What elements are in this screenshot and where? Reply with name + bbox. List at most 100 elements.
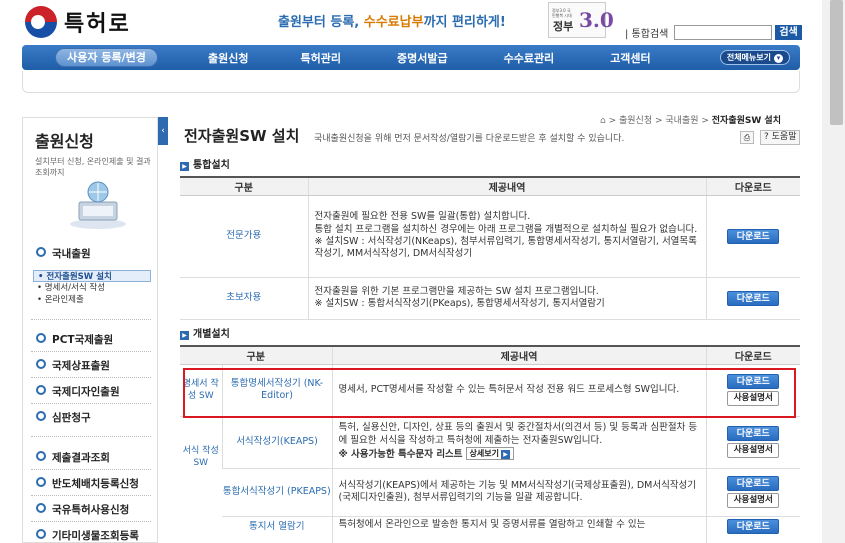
sidebar-item-submit-result[interactable]: 제출결과조회 (36, 450, 110, 465)
sidebar-item-semiconductor[interactable]: 반도체배치등록신청 (36, 476, 139, 491)
row-download-cell: 다운로드 (705, 516, 800, 543)
row-desc: 전자출원을 위한 기본 프로그램만을 제공하는 SW 설치 프로그램입니다. ※… (307, 277, 706, 320)
row-desc: 특허청에서 온라인으로 발송한 통지서 및 증명서류를 열람하고 인쇄할 수 있… (331, 516, 706, 543)
chevron-right-icon: ▶ (501, 450, 510, 460)
gov3-banner[interactable]: 정부3.0 국민행복 시대 정부 3.0 (548, 2, 614, 38)
sub-nav-bar (22, 71, 800, 93)
detail-button[interactable]: 상세보기 ▶ (465, 447, 514, 461)
row-kind[interactable]: 초보자용 (180, 277, 308, 320)
search-label: | 통합검색 (625, 29, 669, 40)
table-header: 다운로드 (705, 176, 800, 196)
nav-user-register[interactable]: 사용자 등록/변경 (55, 48, 158, 67)
breadcrumb-item[interactable]: 국내출원 (665, 116, 698, 126)
page-title: 전자출원SW 설치 (184, 127, 300, 145)
table-row: 명세서 작성 SW 통합명세서작성기 (NK-Editor) 명세서, PCT명… (180, 364, 800, 417)
search-input[interactable] (674, 25, 773, 40)
download-button[interactable]: 다운로드 (727, 374, 780, 389)
help-button[interactable]: ? 도움말 (760, 130, 801, 145)
sidebar-sub-sw-install[interactable]: • 전자출원SW 설치 (33, 270, 151, 282)
breadcrumb: ⌂ > 출원신청 > 국내출원 > 전자출원SW 설치 (600, 116, 781, 126)
nav-patent-mgmt[interactable]: 특허관리 (300, 50, 340, 66)
sidebar-divider (31, 319, 151, 320)
table-row: 통합서식작성기 (PKEAPS) 서식작성기(KEAPS)에서 제공하는 기능 … (180, 468, 800, 517)
individual-install-table: 구분 제공내역 다운로드 명세서 작성 SW 통합명세서작성기 (NK-Edit… (180, 345, 800, 543)
page-description: 국내출원신청을 위해 먼저 문서작성/열람기를 다운로드받은 후 설치할 수 있… (314, 134, 625, 144)
section-title-integrated: 통합설치 (180, 156, 230, 171)
sidebar-submenu-domestic: • 전자출원SW 설치 • 명세서/서식 작성 • 온라인제출 (33, 270, 151, 306)
manual-button[interactable]: 사용설명서 (727, 443, 780, 458)
integrated-install-table: 구분 제공내역 다운로드 전문가용 전자출원에 필요한 전용 SW를 일괄(통합… (180, 176, 800, 320)
sidebar-divider (31, 436, 151, 437)
row-kind[interactable]: 전문가용 (180, 195, 308, 278)
download-button[interactable]: 다운로드 (727, 476, 780, 491)
download-button[interactable]: 다운로드 (727, 228, 780, 244)
sidebar-desc: 설치부터 신청, 온라인제출 및 결과조회까지 (35, 157, 151, 177)
row-download-cell: 다운로드 사용설명서 (705, 364, 800, 417)
nav-customer-center[interactable]: 고객센터 (610, 50, 650, 66)
sidebar-divider (31, 377, 151, 378)
row-download-cell: 다운로드 (705, 277, 800, 320)
sidebar-item-pct[interactable]: PCT국제출원 (36, 332, 113, 347)
table-header: 다운로드 (705, 345, 800, 365)
table-header-row: 구분 제공내역 다운로드 (180, 345, 800, 365)
row-desc: 명세서, PCT명세서를 작성할 수 있는 특허문서 작성 전용 워드 프로세스… (331, 364, 706, 417)
row-desc: 서식작성기(KEAPS)에서 제공하는 기능 및 MM서식작성기(국제상표출원)… (331, 468, 706, 517)
sidebar-item-intl-trademark[interactable]: 국제상표출원 (36, 358, 110, 373)
row-group: 서식 작성 SW (180, 416, 222, 543)
manual-button[interactable]: 사용설명서 (727, 493, 780, 508)
nav-application[interactable]: 출원신청 (208, 50, 248, 66)
row-group: 명세서 작성 SW (180, 364, 222, 417)
search-button[interactable]: 검색 (775, 25, 802, 40)
slogan: 출원부터 등록, 수수료납부까지 편리하게! (278, 15, 506, 30)
sidebar-item-state-patent[interactable]: 국유특허사용신청 (36, 502, 129, 517)
taegeuk-logo-icon (25, 6, 57, 38)
sidebar-sub-online-submit[interactable]: • 온라인제출 (33, 294, 151, 306)
row-desc: 전자출원에 필요한 전용 SW를 일괄(통합) 설치합니다. 통합 설치 프로그… (307, 195, 706, 278)
scrollbar-thumb[interactable] (830, 0, 843, 125)
nav-certificate[interactable]: 증명서발급 (397, 50, 448, 66)
search-area: | 통합검색 검색 (625, 25, 802, 40)
sidebar-divider (31, 351, 151, 352)
download-button[interactable]: 다운로드 (727, 426, 780, 441)
row-program[interactable]: 통지서 열람기 (222, 516, 332, 543)
row-program[interactable]: 통합서식작성기 (PKEAPS) (222, 468, 332, 517)
table-row: 전문가용 전자출원에 필요한 전용 SW를 일괄(통합) 설치합니다. 통합 설… (180, 195, 800, 278)
sidebar-collapse-button[interactable]: ‹ (158, 117, 168, 145)
row-program[interactable]: 통합명세서작성기 (NK-Editor) (221, 364, 332, 417)
table-row: 서식 작성 SW 서식작성기(KEAPS) 특허, 실용신안, 디자인, 상표 … (180, 416, 800, 543)
print-icon[interactable]: ⎙ (740, 131, 754, 144)
breadcrumb-item[interactable]: 출원신청 (619, 116, 652, 126)
table-header: 구분 (180, 176, 308, 196)
table-row: 초보자용 전자출원을 위한 기본 프로그램만을 제공하는 SW 설치 프로그램입… (180, 277, 800, 320)
sidebar-divider (31, 403, 151, 404)
gov3-small-text: 정부3.0 국민행복 시대 (552, 8, 572, 18)
logo-text: 특허로 (64, 11, 131, 37)
computer-illustration-icon (70, 181, 126, 229)
sidebar-item-intl-design[interactable]: 국제디자인출원 (36, 384, 120, 399)
sidebar-item-domestic[interactable]: 국내출원 (36, 246, 91, 261)
all-menu-button[interactable]: 전체메뉴보기 ▾ (719, 50, 790, 65)
sidebar-title: 출원신청 (35, 132, 94, 151)
gov3-number: 3.0 (579, 8, 614, 32)
table-header: 제공내역 (307, 176, 706, 196)
logo[interactable]: 특허로 (25, 6, 131, 38)
main-nav: 사용자 등록/변경 출원신청 특허관리 증명서발급 수수료관리 고객센터 전체메… (22, 45, 800, 70)
table-header-row: 구분 제공내역 다운로드 (180, 176, 800, 196)
row-program[interactable]: 서식작성기(KEAPS) (221, 416, 332, 469)
download-button[interactable]: 다운로드 (727, 290, 780, 306)
sidebar-item-trial[interactable]: 심판청구 (36, 410, 91, 425)
sidebar-divider (31, 469, 151, 470)
gov3-big-text: 정부 (553, 20, 574, 33)
section-title-individual: 개별설치 (180, 325, 230, 340)
sidebar-sub-spec-write[interactable]: • 명세서/서식 작성 (33, 282, 151, 294)
table-header: 제공내역 (331, 345, 706, 365)
sidebar: 출원신청 설치부터 신청, 온라인제출 및 결과조회까지 국내출원 • 전자출원… (22, 117, 158, 543)
manual-button[interactable]: 사용설명서 (727, 391, 780, 406)
sidebar-divider (31, 521, 151, 522)
table-row: 통지서 열람기 특허청에서 온라인으로 발송한 통지서 및 증명서류를 열람하고… (180, 516, 800, 543)
special-char-note: ※ 사용가능한 특수문자 리스트 (338, 449, 463, 461)
nav-fee-mgmt[interactable]: 수수료관리 (504, 50, 555, 66)
download-button[interactable]: 다운로드 (727, 518, 780, 534)
sidebar-item-microbe[interactable]: 기타미생물조회등록 (36, 528, 139, 543)
row-download-cell: 다운로드 사용설명서 (705, 416, 800, 469)
